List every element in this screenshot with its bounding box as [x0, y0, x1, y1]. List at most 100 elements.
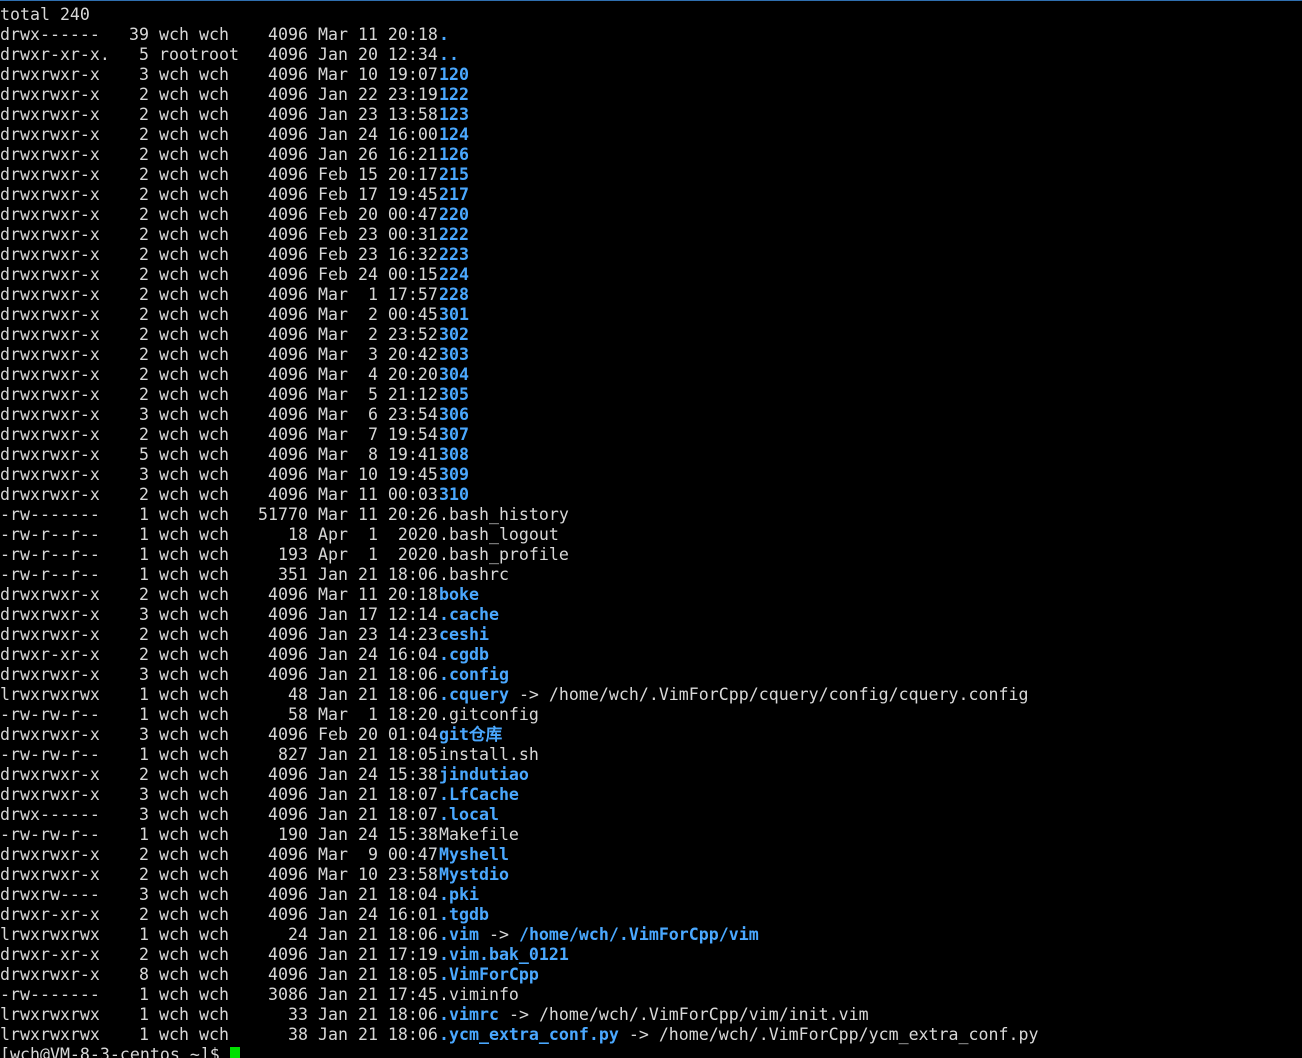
file-name[interactable]: 222: [439, 225, 469, 245]
file-name[interactable]: 305: [439, 385, 469, 405]
file-size: 4096: [268, 765, 308, 784]
file-name[interactable]: Makefile: [439, 825, 519, 845]
file-name[interactable]: 302: [439, 325, 469, 345]
file-name[interactable]: ..: [439, 45, 459, 65]
file-name[interactable]: 215: [439, 165, 469, 185]
file-name[interactable]: .bash_logout: [439, 525, 559, 545]
modified-date: Jan 21 17:45: [318, 985, 438, 1004]
file-size: 4096: [268, 225, 308, 244]
file-name[interactable]: 220: [439, 205, 469, 225]
symlink-target[interactable]: /home/wch/.VimForCpp/vim/init.vim: [539, 1005, 869, 1024]
file-name[interactable]: .VimForCpp: [439, 965, 539, 985]
file-size: 4096: [268, 405, 308, 424]
file-name[interactable]: 120: [439, 65, 469, 85]
listing-row: drwxrwxr-x 2 wch wch 4096 Mar 5 21:12305: [0, 385, 1302, 405]
file-name[interactable]: .bash_history: [439, 505, 569, 525]
modified-date: Mar 10 19:07: [318, 65, 438, 84]
modified-date: Mar 5 21:12: [318, 385, 438, 404]
file-name[interactable]: 303: [439, 345, 469, 365]
listing-row: drwxrwxr-x 2 wch wch 4096 Feb 20 00:47220: [0, 205, 1302, 225]
file-name[interactable]: git仓库: [439, 725, 502, 745]
listing-row: drwxrwxr-x 3 wch wch 4096 Feb 20 01:04git仓库: [0, 725, 1302, 745]
file-name[interactable]: 123: [439, 105, 469, 125]
file-name[interactable]: .viminfo: [439, 985, 519, 1005]
file-name[interactable]: Mystdio: [439, 865, 509, 885]
file-name[interactable]: ceshi: [439, 625, 489, 645]
file-size: 4096: [268, 865, 308, 884]
file-name[interactable]: .vimrc: [439, 1005, 499, 1025]
file-name[interactable]: .tgdb: [439, 905, 489, 925]
file-name[interactable]: 126: [439, 145, 469, 165]
file-name[interactable]: .: [439, 25, 449, 45]
modified-date: Mar 4 20:20: [318, 365, 438, 384]
file-size: 4096: [268, 425, 308, 444]
permissions: lrwxrwxrwx: [0, 1005, 100, 1024]
permissions: drwxrwxr-x: [0, 465, 100, 484]
link-count: 2: [139, 145, 149, 164]
listing-row: drwxrwxr-x 2 wch wch 4096 Feb 23 00:31222: [0, 225, 1302, 245]
group: wch: [199, 325, 229, 344]
group: wch: [199, 745, 229, 764]
owner: root: [159, 45, 199, 64]
permissions: lrwxrwxrwx: [0, 685, 100, 704]
file-name[interactable]: .pki: [439, 885, 479, 905]
listing-row: drwxrwxr-x 2 wch wch 4096 Mar 9 00:47Myshell: [0, 845, 1302, 865]
file-name[interactable]: install.sh: [439, 745, 539, 765]
file-name[interactable]: .cquery: [439, 685, 509, 705]
modified-date: Feb 15 20:17: [318, 165, 438, 184]
owner: wch: [159, 645, 189, 664]
file-name[interactable]: 309: [439, 465, 469, 485]
file-name[interactable]: .bash_profile: [439, 545, 569, 565]
owner: wch: [159, 325, 189, 344]
file-name[interactable]: .bashrc: [439, 565, 509, 585]
file-name[interactable]: .cgdb: [439, 645, 489, 665]
link-count: 2: [139, 485, 149, 504]
file-name[interactable]: boke: [439, 585, 479, 605]
file-name[interactable]: .gitconfig: [439, 705, 539, 725]
modified-date: Jan 17 12:14: [318, 605, 438, 624]
link-count: 5: [139, 445, 149, 464]
file-name[interactable]: .vim: [439, 925, 479, 945]
file-name[interactable]: 304: [439, 365, 469, 385]
terminal-window[interactable]: total 240 drwx------ 39 wch wch 4096 Mar 11 2…: [0, 0, 1302, 1058]
file-name[interactable]: 308: [439, 445, 469, 465]
file-name[interactable]: .ycm_extra_conf.py: [439, 1025, 619, 1045]
modified-date: Jan 24 16:01: [318, 905, 438, 924]
file-name[interactable]: .config: [439, 665, 509, 685]
prompt-line[interactable]: [wch@VM-8-3-centos ~]$: [0, 1045, 1302, 1058]
listing-row: drwxr-xr-x. 5 rootroot 4096 Jan 20 12:34..: [0, 45, 1302, 65]
group: wch: [199, 825, 229, 844]
file-name[interactable]: 306: [439, 405, 469, 425]
file-name[interactable]: jindutiao: [439, 765, 529, 785]
listing-row: drwx------ 39 wch wch 4096 Mar 11 20:18.: [0, 25, 1302, 45]
file-name[interactable]: .cache: [439, 605, 499, 625]
symlink-target[interactable]: /home/wch/.VimForCpp/vim: [519, 925, 759, 944]
file-name[interactable]: 223: [439, 245, 469, 265]
file-size: 4096: [268, 205, 308, 224]
file-name[interactable]: 217: [439, 185, 469, 205]
symlink-target[interactable]: /home/wch/.VimForCpp/cquery/config/cquer…: [549, 685, 1029, 704]
file-name[interactable]: 307: [439, 425, 469, 445]
file-name[interactable]: 301: [439, 305, 469, 325]
total-line: total 240: [0, 5, 90, 24]
group: wch: [199, 405, 229, 424]
owner: wch: [159, 385, 189, 404]
modified-date: Mar 2 00:45: [318, 305, 438, 324]
link-count: 2: [139, 425, 149, 444]
file-name[interactable]: .vim.bak_0121: [439, 945, 569, 965]
file-name[interactable]: Myshell: [439, 845, 509, 865]
file-name[interactable]: 228: [439, 285, 469, 305]
owner: wch: [159, 605, 189, 624]
group: wch: [199, 585, 229, 604]
group: wch: [199, 545, 229, 564]
file-name[interactable]: 122: [439, 85, 469, 105]
file-name[interactable]: 310: [439, 485, 469, 505]
file-name[interactable]: 124: [439, 125, 469, 145]
symlink-target[interactable]: /home/wch/.VimForCpp/ycm_extra_conf.py: [659, 1025, 1039, 1044]
permissions: drwxrwxr-x: [0, 845, 100, 864]
file-name[interactable]: .LfCache: [439, 785, 519, 805]
link-count: 2: [139, 245, 149, 264]
file-name[interactable]: .local: [439, 805, 499, 825]
file-size: 4096: [268, 585, 308, 604]
file-name[interactable]: 224: [439, 265, 469, 285]
